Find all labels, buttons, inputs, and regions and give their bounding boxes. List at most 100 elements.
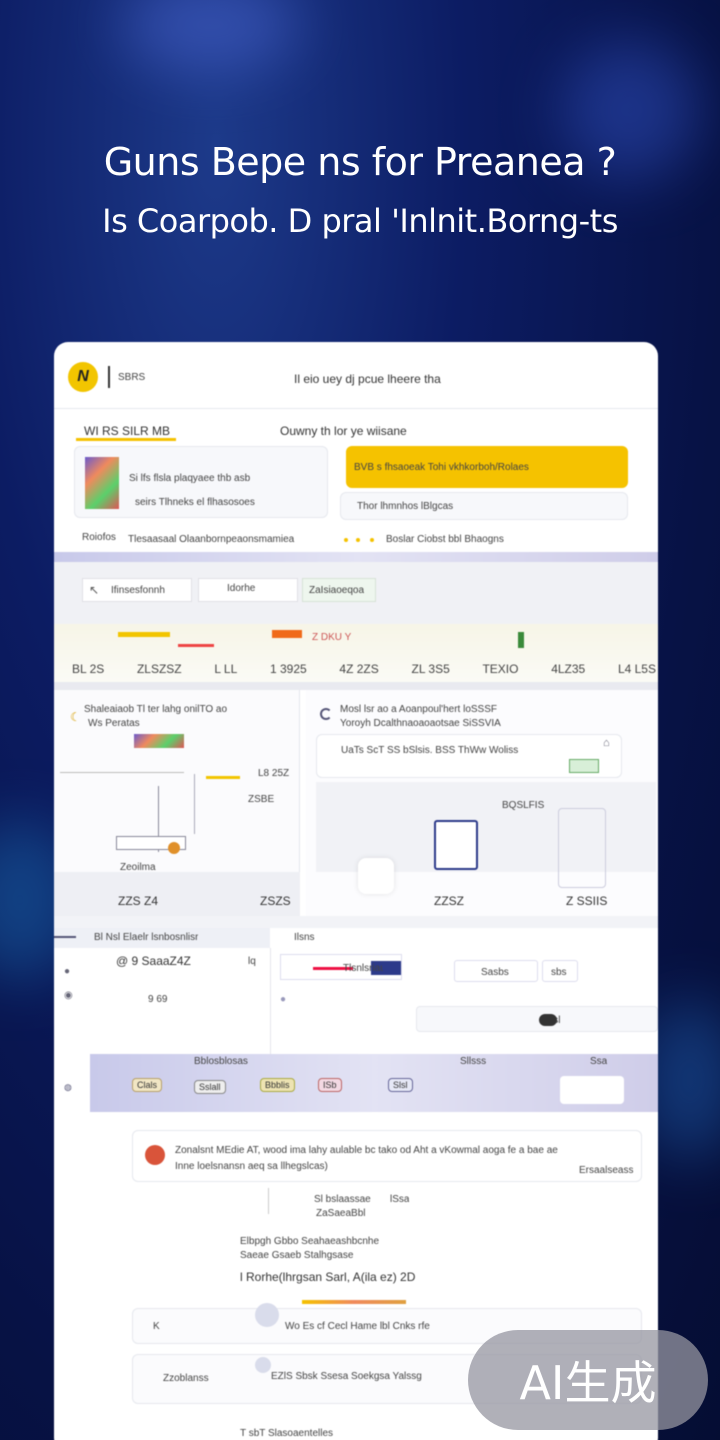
progress-input[interactable]: Tlsnlsriausmoos bbox=[280, 954, 402, 980]
record-value: 9 69 bbox=[148, 994, 168, 1005]
app-screenshot-card: N SBRS Il eio uey dj pcue lheere tha WI … bbox=[54, 342, 658, 1440]
stat-value: L4 L5S bbox=[617, 662, 656, 676]
chip[interactable]: Bbblis bbox=[260, 1078, 295, 1092]
dot-icon: ● bbox=[280, 994, 287, 1005]
connector-line bbox=[268, 1188, 269, 1214]
section1-footer-left: Roiofos bbox=[82, 532, 116, 543]
panel-right-footer-value: ZZSZ bbox=[434, 894, 464, 908]
preview-thumb[interactable] bbox=[560, 1076, 624, 1104]
section1-left-title: WI RS SILR MB bbox=[84, 424, 171, 438]
status-dot bbox=[356, 538, 360, 542]
meta-value: lSsa bbox=[390, 1194, 410, 1205]
home-icon: ⌂ bbox=[603, 737, 610, 749]
highlight-banner[interactable]: BVB s fhsaoeak Tohi vkhkorboh/Rolaes bbox=[346, 446, 628, 488]
stats-top-label: Z DKU Y bbox=[312, 632, 352, 643]
alert-text: Zonalsnt MEdie AT, wood ima lahy aulable… bbox=[175, 1145, 558, 1156]
toolbar-item-label: ZaIsiaoeqoa bbox=[309, 585, 365, 596]
toolbar-item[interactable]: ZaIsiaoeqoa bbox=[302, 578, 376, 602]
flower-icon bbox=[168, 842, 180, 854]
avatar bbox=[255, 1357, 271, 1373]
item-line-2: seirs Tlhneks el flhasosoes bbox=[135, 497, 255, 508]
moon-icon: ☾ bbox=[70, 710, 81, 724]
chip-strip-label: Sllsss bbox=[460, 1056, 487, 1067]
divider-strip bbox=[54, 552, 658, 562]
chart-connector bbox=[194, 774, 195, 834]
progress-strip bbox=[302, 1300, 406, 1304]
chip[interactable]: ISb bbox=[318, 1078, 342, 1092]
doc-icon[interactable] bbox=[434, 820, 478, 870]
strip-bottom-icon: ◍ bbox=[64, 1082, 72, 1092]
stat-value: TEXIO bbox=[482, 662, 519, 676]
status-dot bbox=[370, 538, 374, 542]
sidebar-icon[interactable]: ◉ bbox=[64, 990, 73, 1001]
stat-value: 1 3925 bbox=[270, 662, 307, 676]
info-line: Elbpgh Gbbo Seahaeashbcnhe bbox=[240, 1236, 380, 1247]
hero-subtitle: Is Coarpob. D pral 'Inlnit.Borng-ts bbox=[102, 202, 618, 240]
stats-values: BL 2S ZLSZSZ L LL 1 3925 4Z 2ZS ZL 3S5 T… bbox=[72, 662, 656, 676]
stat-marker bbox=[272, 630, 302, 638]
section1-footer-right: Boslar Ciobst bbl Bhaogns bbox=[386, 534, 504, 545]
stat-value: ZL 3S5 bbox=[411, 662, 450, 676]
status-dot bbox=[344, 538, 348, 542]
chip[interactable]: Slsl bbox=[388, 1078, 413, 1092]
chart-line bbox=[60, 772, 184, 773]
section1-accent-line bbox=[76, 438, 176, 441]
panel-right-small: BQSLFIS bbox=[502, 800, 545, 811]
stat-value: ZLSZSZ bbox=[136, 662, 182, 676]
sidebar-icon[interactable]: ● bbox=[64, 966, 70, 977]
section1-footer-mid: Tlesaasaal Olaanbornpeaonsmamiea bbox=[128, 534, 295, 545]
header-divider bbox=[54, 408, 658, 409]
status-pill bbox=[569, 759, 599, 773]
action-button[interactable]: Sasbs bbox=[454, 960, 538, 982]
stat-marker bbox=[118, 632, 170, 637]
alert-side-text: Ersaalseass bbox=[579, 1165, 634, 1176]
side-label: lq bbox=[248, 956, 256, 967]
toolbar-item-label: Ifinsesfonnh bbox=[111, 585, 165, 596]
header-title: Il eio uey dj pcue lheere tha bbox=[294, 372, 441, 386]
stat-value: BL 2S bbox=[72, 662, 105, 676]
toolbar-item[interactable]: ↖ Ifinsesfonnh bbox=[82, 578, 192, 602]
footer-label: T sbT Slasoaentelles bbox=[240, 1428, 334, 1439]
toolbar-item-label: Idorhe bbox=[227, 583, 256, 594]
action-button[interactable]: sbs bbox=[542, 960, 578, 982]
result-row-left: K bbox=[153, 1321, 160, 1332]
panel-left-value: ZSBE bbox=[248, 794, 275, 805]
action-button-label: sbs bbox=[551, 967, 567, 978]
alert-icon bbox=[145, 1145, 165, 1165]
info-title: l Rorhe(lhrgsan Sarl, A(ila ez) 2D bbox=[240, 1270, 416, 1284]
panel-left-footer-value: ZSZS bbox=[260, 894, 291, 908]
alert-subtext: Inne loelsnansn aeq sa llhegslcas) bbox=[175, 1161, 328, 1172]
chip[interactable]: Sslall bbox=[194, 1080, 226, 1094]
search-field[interactable]: lsl bbox=[416, 1006, 658, 1032]
action-button-label: Sasbs bbox=[481, 967, 509, 978]
secondary-panel[interactable]: Thor lhmnhos lBlgcas bbox=[340, 492, 628, 520]
stat-marker bbox=[518, 632, 524, 648]
secondary-panel-text: Thor lhmnhos lBlgcas bbox=[357, 501, 454, 512]
panel-left-title: Shaleaiaob Tl ter lahg onilTO ao bbox=[84, 704, 228, 715]
record-code: @ 9 SaaaZ4Z bbox=[116, 954, 191, 968]
logo-icon: N bbox=[68, 362, 98, 392]
panel-left-value: L8 25Z bbox=[258, 768, 290, 779]
toolbar-item[interactable]: Idorhe bbox=[198, 578, 298, 602]
loading-icon bbox=[320, 708, 332, 720]
tab-indicator bbox=[54, 936, 76, 938]
chip-strip-label: Bblosblosas bbox=[194, 1056, 248, 1067]
chip[interactable]: Clals bbox=[132, 1078, 163, 1092]
highlight-banner-text: BVB s fhsaoeak Tohi vkhkorboh/Rolaes bbox=[354, 462, 529, 473]
chat-bubble-icon bbox=[358, 858, 394, 894]
toggle-icon bbox=[539, 1014, 557, 1026]
tab-secondary[interactable]: Ilsns bbox=[294, 932, 315, 943]
progress-label: Tlsnlsriausmoos bbox=[343, 963, 383, 974]
stat-value: 4LZ35 bbox=[551, 662, 586, 676]
back-arrow-icon: ↖ bbox=[89, 583, 100, 597]
stat-marker bbox=[178, 644, 214, 647]
panel-right-row[interactable]: UaTs ScT SS bSlsis. BSS ThWw Woliss ⌂ bbox=[316, 734, 622, 778]
stat-value: L LL bbox=[214, 662, 238, 676]
list-item[interactable]: Si lfs flsla plaqyaee thb asb seirs Tlhn… bbox=[74, 446, 328, 518]
tab-active[interactable]: Bl Nsl Elaelr lsnbosnlisr bbox=[94, 932, 198, 943]
panel-left-subtitle: Ws Peratas bbox=[88, 718, 140, 729]
alert-card[interactable]: Zonalsnt MEdie AT, wood ima lahy aulable… bbox=[132, 1130, 642, 1182]
stats-divider bbox=[54, 682, 658, 690]
section-gap bbox=[54, 916, 658, 928]
header-separator bbox=[108, 366, 110, 388]
